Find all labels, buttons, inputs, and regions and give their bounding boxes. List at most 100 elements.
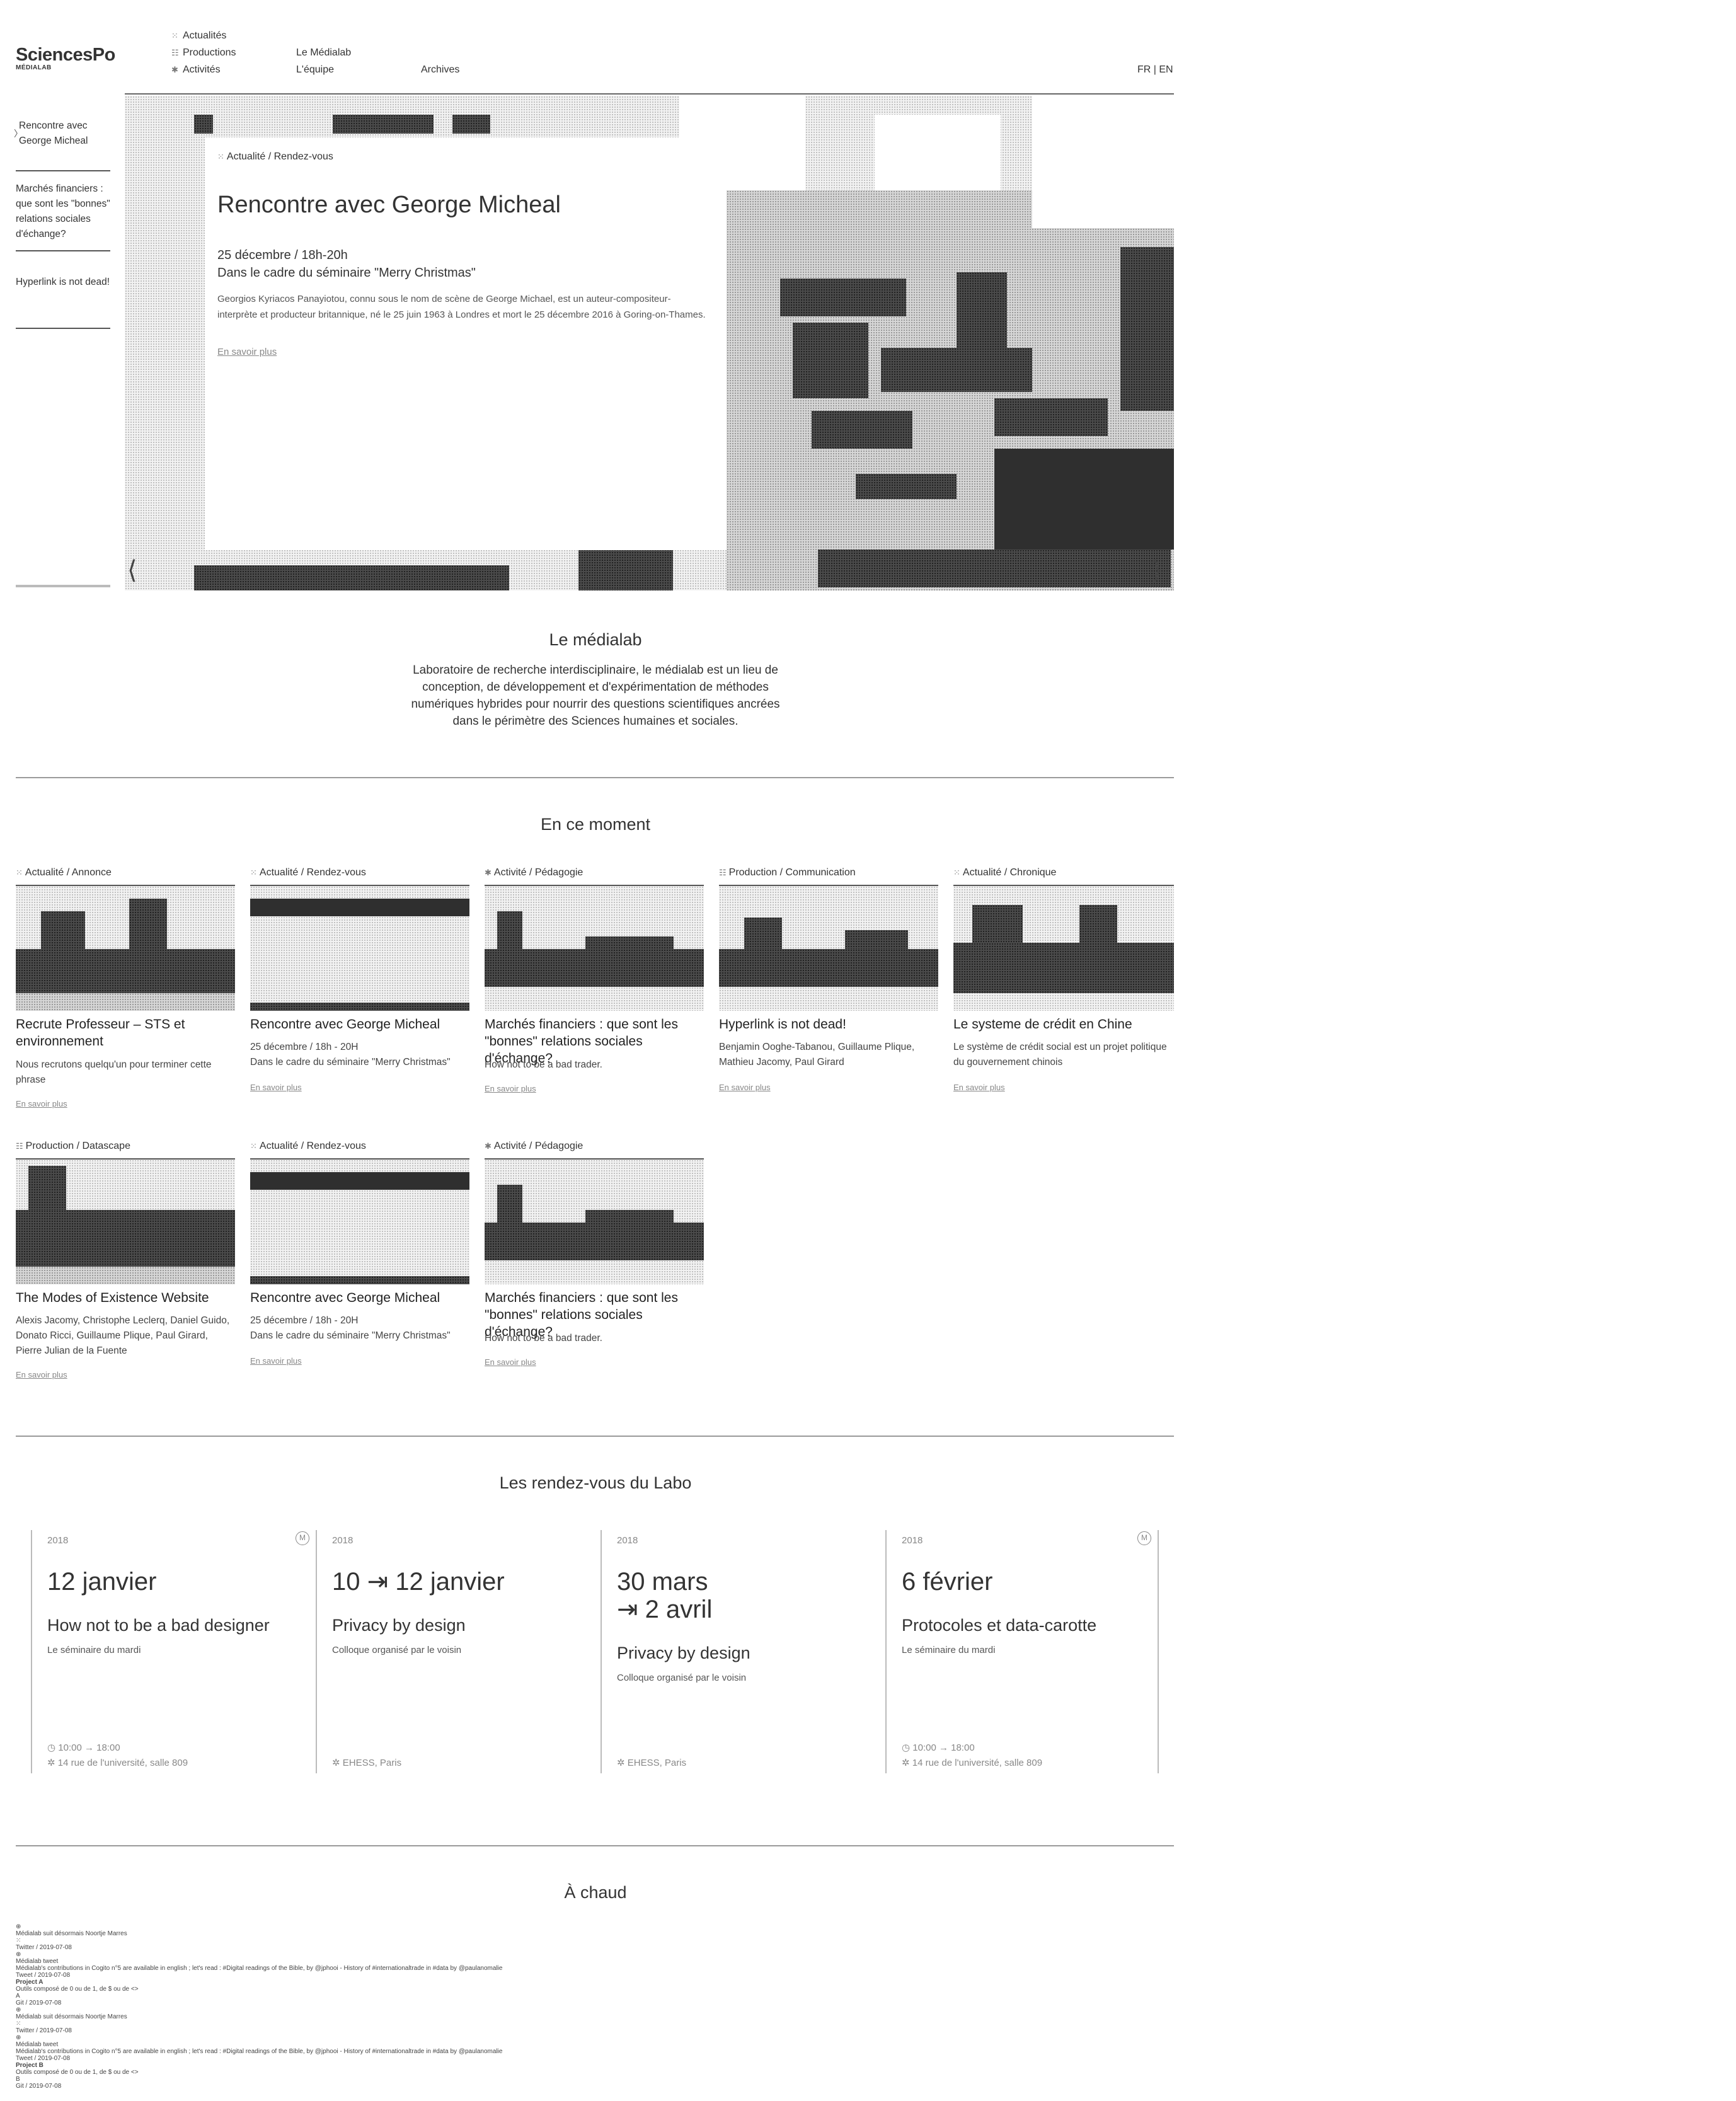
card-title[interactable]: Rencontre avec George Micheal bbox=[250, 1016, 469, 1033]
rdv-year: 2018 bbox=[902, 1535, 923, 1546]
feed-meta: Tweet / 2019-07-08 bbox=[16, 2055, 71, 2062]
hero-pattern bbox=[194, 115, 213, 134]
nav-activites[interactable]: ✱ Activités bbox=[171, 64, 221, 76]
card-pattern bbox=[16, 1210, 235, 1267]
card-more-link[interactable]: En savoir plus bbox=[953, 1083, 1005, 1092]
hero-pattern bbox=[957, 272, 1007, 348]
card-text: How not to be a bad trader. bbox=[485, 1059, 602, 1070]
card-image[interactable] bbox=[719, 885, 938, 1011]
section-divider bbox=[16, 1845, 1174, 1846]
list-icon: ☷ bbox=[719, 868, 727, 877]
nav-medialab[interactable]: Le Médialab bbox=[296, 47, 351, 59]
rdv-card[interactable]: 2018 M 6 février Protocoles et data-caro… bbox=[885, 1530, 1159, 1773]
hero-pattern bbox=[452, 115, 490, 134]
card-more-link[interactable]: En savoir plus bbox=[719, 1083, 771, 1092]
card-more-link[interactable]: En savoir plus bbox=[485, 1357, 536, 1367]
rdv-year: 2018 bbox=[617, 1535, 638, 1546]
card-pattern bbox=[585, 936, 674, 955]
feed-text[interactable]: Médialab's contributions in Cogito n°5 a… bbox=[16, 2048, 502, 2055]
card-title[interactable]: Hyperlink is not dead! bbox=[719, 1016, 938, 1033]
card-pattern bbox=[972, 905, 1023, 943]
logo[interactable]: SciencesPo MÉDIALAB bbox=[16, 45, 115, 71]
card-image[interactable] bbox=[16, 1158, 235, 1284]
card-pattern bbox=[744, 918, 782, 949]
next-arrow-icon[interactable]: ⟩ bbox=[1152, 556, 1162, 585]
feed-text[interactable]: Médialab tweet bbox=[16, 1958, 58, 1965]
feed-icon: ⊕ bbox=[16, 1951, 21, 1958]
card-image[interactable] bbox=[250, 1158, 469, 1284]
hero-pattern bbox=[994, 398, 1108, 436]
card-title[interactable]: Recrute Professeur – STS et environnemen… bbox=[16, 1016, 235, 1050]
logo-sub: MÉDIALAB bbox=[16, 64, 52, 71]
hero-pattern bbox=[333, 115, 434, 134]
card-pattern bbox=[953, 943, 1174, 993]
feed-text: Outils composé de 0 ou de 1, de $ ou de … bbox=[16, 2069, 139, 2076]
dots-icon: ⁙ bbox=[171, 31, 178, 40]
card-image[interactable] bbox=[250, 885, 469, 1011]
card-pattern bbox=[41, 911, 85, 949]
rdv-card[interactable]: 2018 30 mars ⇥ 2 avril Privacy by design… bbox=[601, 1530, 885, 1773]
feed-title[interactable]: Project A bbox=[16, 1979, 43, 1986]
feed-text[interactable]: Médialab tweet bbox=[16, 2041, 58, 2048]
card-image[interactable] bbox=[485, 1158, 704, 1284]
previous-arrow-icon[interactable]: ⟨ bbox=[127, 556, 137, 585]
feed-text[interactable]: Médialab suit désormais Noortje Marres bbox=[16, 2013, 127, 2020]
nav-actualites[interactable]: ⁙ Actualités bbox=[171, 30, 226, 42]
nav-equipe[interactable]: L'équipe bbox=[296, 64, 334, 76]
card-title[interactable]: Le systeme de crédit en Chine bbox=[953, 1016, 1174, 1033]
hero-more-link[interactable]: En savoir plus bbox=[217, 347, 277, 357]
card-more-link[interactable]: En savoir plus bbox=[250, 1356, 302, 1366]
card-tag: ⁙ Actualité / Chronique bbox=[953, 867, 1056, 878]
hero-pattern bbox=[578, 546, 673, 590]
hot-title: À chaud bbox=[564, 1883, 627, 1902]
card-tag: ☷ Production / Datascape bbox=[16, 1141, 130, 1152]
header-divider bbox=[125, 93, 1174, 95]
feed-text[interactable]: Médialab suit désormais Noortje Marres bbox=[16, 1930, 127, 1937]
rdv-card[interactable]: 2018 10 ⇥ 12 janvier Privacy by design C… bbox=[316, 1530, 601, 1773]
dots-icon: ⁙ bbox=[250, 1141, 257, 1151]
feed-icon: ⊕ bbox=[16, 1923, 21, 1930]
card-more-link[interactable]: En savoir plus bbox=[250, 1083, 302, 1092]
feed-meta: Twitter / 2019-07-08 bbox=[16, 2027, 72, 2034]
feed-text[interactable]: Médialab's contributions in Cogito n°5 a… bbox=[16, 1965, 502, 1972]
rdv-card[interactable]: 2018 M 12 janvier How not to be a bad de… bbox=[31, 1530, 316, 1773]
card-image[interactable] bbox=[485, 885, 704, 1011]
card-text: Nous recrutons quelqu'un pour terminer c… bbox=[16, 1059, 212, 1085]
rdv-date: 12 janvier bbox=[47, 1568, 157, 1596]
hero-slider: ⁙ Actualité / Rendez-vous Rencontre avec … bbox=[125, 96, 1174, 590]
card-tag: ☷ Production / Communication bbox=[719, 867, 856, 878]
nav-archives[interactable]: Archives bbox=[421, 64, 459, 76]
list-icon: ☷ bbox=[16, 1141, 23, 1151]
card-more-link[interactable]: En savoir plus bbox=[485, 1084, 536, 1093]
hero-description: Georgios Kyriacos Panayiotou, connu sous… bbox=[217, 294, 706, 320]
sidebar-item-1[interactable]: Rencontre avec George Micheal bbox=[19, 118, 113, 149]
hero-pattern bbox=[881, 348, 1032, 392]
card-pattern bbox=[585, 1210, 674, 1229]
language-switch[interactable]: FR | EN bbox=[1137, 64, 1173, 76]
feed-icon: ⊕ bbox=[16, 2006, 21, 2013]
card-image[interactable] bbox=[953, 885, 1174, 1011]
card-more-link[interactable]: En savoir plus bbox=[16, 1370, 67, 1379]
card-tag-label: Actualité / Chronique bbox=[962, 867, 1057, 878]
hero-white-block bbox=[1032, 96, 1174, 228]
card-pattern bbox=[250, 899, 469, 916]
card-title[interactable]: Rencontre avec George Micheal bbox=[250, 1289, 469, 1306]
feed-meta: Git / 2019-07-08 bbox=[16, 2000, 62, 2006]
feed-title[interactable]: Project B bbox=[16, 2062, 43, 2069]
rdv-badge: M bbox=[1137, 1531, 1151, 1545]
nav-actualites-label: Actualités bbox=[183, 30, 227, 41]
card-image[interactable] bbox=[16, 885, 235, 1011]
section-divider bbox=[16, 1436, 1174, 1437]
sidebar-item-2[interactable]: Marchés financiers : que sont les "bonne… bbox=[16, 181, 110, 242]
now-title: En ce moment bbox=[540, 815, 651, 834]
hero-pattern bbox=[818, 550, 1171, 587]
nav-productions[interactable]: ☷ Productions bbox=[171, 47, 236, 59]
rdv-year: 2018 bbox=[332, 1535, 354, 1546]
hero-title[interactable]: Rencontre avec George Micheal bbox=[217, 192, 561, 219]
feed-text: Outils composé de 0 ou de 1, de $ ou de … bbox=[16, 1986, 139, 1993]
rdv-date: 30 mars ⇥ 2 avril bbox=[617, 1568, 713, 1623]
card-pattern bbox=[250, 1003, 469, 1011]
card-title[interactable]: The Modes of Existence Website bbox=[16, 1289, 235, 1306]
sidebar-item-3[interactable]: Hyperlink is not dead! bbox=[16, 275, 110, 290]
card-more-link[interactable]: En savoir plus bbox=[16, 1099, 67, 1108]
